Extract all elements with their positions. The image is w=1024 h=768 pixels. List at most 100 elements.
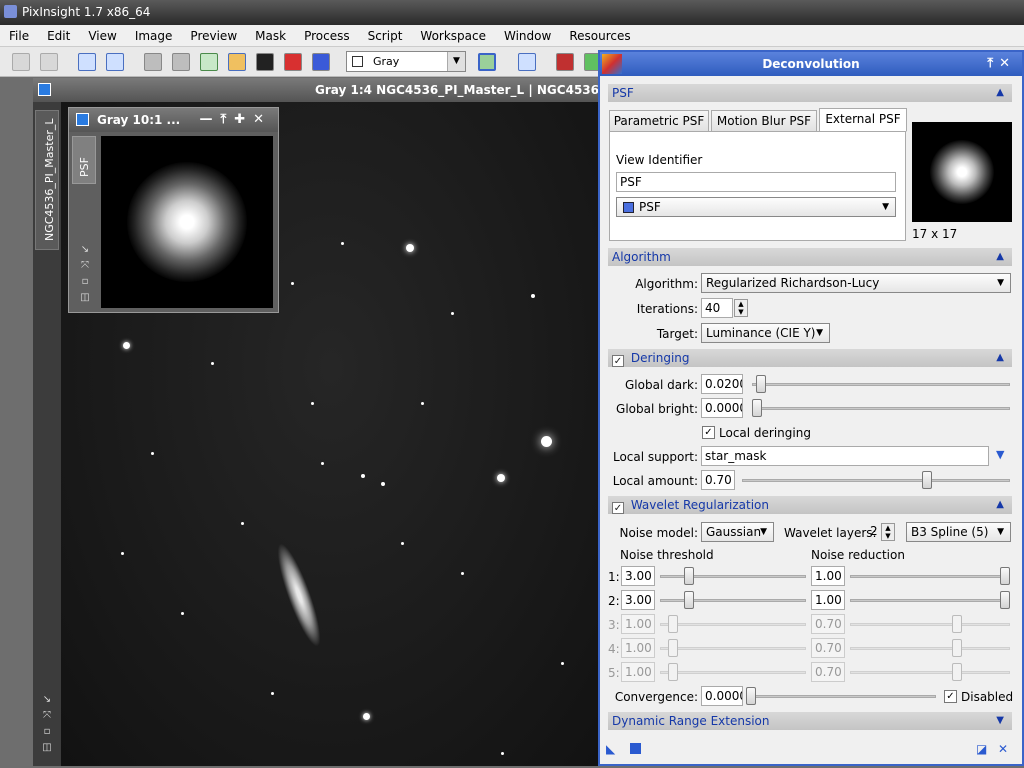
shade-view-icon[interactable]: ▫ [41,726,53,738]
menu-workspace[interactable]: Workspace [411,25,495,47]
menu-mask[interactable]: Mask [246,25,295,47]
clone-image-icon[interactable] [106,53,124,71]
psf-window-title-bar[interactable]: Gray 10:1 ... —⤒✚✕ [69,108,278,132]
slider-thumb[interactable] [922,471,932,489]
zoom-out-icon[interactable] [172,53,190,71]
wavelet-scaling-combo[interactable]: B3 Spline (5) ▼ [906,522,1011,542]
convergence-slider[interactable] [746,686,936,706]
view-identifier-input[interactable]: PSF [616,172,896,192]
window-buttons[interactable]: —⤒✚✕ [199,108,272,132]
undo-icon[interactable] [12,53,30,71]
collapse-icon[interactable]: ▲ [996,84,1004,102]
slider-thumb[interactable] [746,687,756,705]
noise-model-combo[interactable]: Gaussian ▼ [701,522,774,542]
section-algorithm[interactable]: Algorithm ▲ [608,248,1012,266]
maximize-view-icon[interactable]: ⤧ [41,710,53,722]
psf-image-window[interactable]: Gray 10:1 ... —⤒✚✕ PSF ↘ ⤧ ▫ ◫ [68,107,279,313]
section-psf[interactable]: PSF ▲ [608,84,1012,102]
reset-icon[interactable]: ✕ [998,742,1008,756]
fit-view-icon[interactable]: ↘ [41,694,53,706]
redo-icon[interactable] [40,53,58,71]
section-wavelet-regularization[interactable]: ✓ Wavelet Regularization ▲ [608,496,1012,514]
local-amount-slider[interactable] [742,470,1010,490]
menu-view[interactable]: View [79,25,125,47]
psf-view-combo[interactable]: PSF ▼ [616,197,896,217]
browse-documentation-icon[interactable]: ◪ [976,742,987,756]
image-icon[interactable] [518,53,536,71]
collapse-icon[interactable]: ▲ [996,349,1004,367]
tab-parametric-psf[interactable]: Parametric PSF [609,110,709,132]
process-icon[interactable] [556,53,574,71]
layer-2-threshold-input[interactable]: 3.00 [621,590,655,610]
local-deringing-checkbox[interactable]: ✓ [702,426,715,439]
invert-mask-icon[interactable] [284,53,302,71]
new-instance-icon[interactable]: ◣ [606,742,615,756]
show-mask-icon[interactable] [312,53,330,71]
iterations-spinner[interactable]: ▲ ▼ [734,299,748,317]
global-bright-slider[interactable] [752,398,1010,418]
expand-icon[interactable]: ▼ [996,712,1004,730]
apply-global-icon[interactable] [630,743,641,754]
iterations-input[interactable]: 40 [701,298,733,318]
global-dark-slider[interactable] [752,374,1010,394]
shade-view-icon[interactable]: ▫ [79,276,91,288]
section-deringing[interactable]: ✓ Deringing ▲ [608,349,1012,367]
section-dynamic-range-extension[interactable]: Dynamic Range Extension ▼ [608,712,1012,730]
menu-script[interactable]: Script [359,25,412,47]
menu-window[interactable]: Window [495,25,560,47]
channel-rgb-icon[interactable] [478,53,496,71]
identifier-icon[interactable] [78,53,96,71]
zoom-in-icon[interactable] [144,53,162,71]
fit-view-icon[interactable]: ↘ [79,244,91,256]
wavelet-regularization-checkbox[interactable]: ✓ [612,502,624,514]
wavelet-layers-spinner[interactable]: ▲ ▼ [881,523,895,541]
convergence-disabled-checkbox[interactable]: ✓ [944,690,957,703]
convergence-input[interactable]: 0.0000 [701,686,743,706]
view-list-arrow-icon[interactable]: ▼ [996,448,1004,461]
wavelet-layers-input[interactable]: 2 [867,522,881,542]
new-preview-icon[interactable] [200,53,218,71]
collapse-icon[interactable]: ▲ [996,248,1004,266]
slider-thumb[interactable] [756,375,766,393]
target-combo[interactable]: Luminance (CIE Y) ▼ [701,323,830,343]
menu-resources[interactable]: Resources [560,25,639,47]
menu-edit[interactable]: Edit [38,25,79,47]
main-image-title-bar[interactable]: Gray 1:4 NGC4536_PI_Master_L | NGC4536 [33,78,601,102]
layer-1-threshold-input[interactable]: 3.00 [621,566,655,586]
iconize-view-icon[interactable]: ◫ [79,292,91,304]
stf-icon[interactable] [228,53,246,71]
deconvolution-dialog[interactable]: Deconvolution ⤒✕ PSF ▲ Parametric PSF Mo… [598,50,1024,766]
dialog-window-buttons[interactable]: ⤒✕ [987,52,1016,76]
dialog-title-bar[interactable]: Deconvolution ⤒✕ [600,52,1022,76]
layer-2-threshold-slider[interactable] [660,590,806,610]
mask-icon[interactable] [256,53,274,71]
slider-thumb[interactable] [684,591,694,609]
deringing-checkbox[interactable]: ✓ [612,355,624,367]
slider-thumb[interactable] [1000,567,1010,585]
menu-preview[interactable]: Preview [181,25,246,47]
layer-1-threshold-slider[interactable] [660,566,806,586]
menu-process[interactable]: Process [295,25,359,47]
layer-2-reduction-slider[interactable] [850,590,1010,610]
view-selector[interactable]: Gray ▼ [346,51,466,72]
maximize-view-icon[interactable]: ⤧ [79,260,91,272]
iconize-view-icon[interactable]: ◫ [41,742,53,754]
global-bright-input[interactable]: 0.0000 [701,398,743,418]
slider-thumb[interactable] [752,399,762,417]
psf-view-tab[interactable]: PSF [72,136,96,184]
psf-canvas[interactable] [101,136,273,308]
view-id-tab[interactable]: NGC4536_PI_Master_L [35,110,59,250]
local-amount-input[interactable]: 0.70 [701,470,735,490]
local-support-input[interactable]: star_mask [701,446,989,466]
tab-external-psf[interactable]: External PSF [819,108,907,132]
menu-file[interactable]: File [0,25,38,47]
menu-image[interactable]: Image [126,25,182,47]
collapse-icon[interactable]: ▲ [996,496,1004,514]
layer-1-reduction-slider[interactable] [850,566,1010,586]
algorithm-combo[interactable]: Regularized Richardson-Lucy ▼ [701,273,1011,293]
slider-thumb[interactable] [684,567,694,585]
slider-thumb[interactable] [1000,591,1010,609]
global-dark-input[interactable]: 0.0200 [701,374,743,394]
layer-1-reduction-input[interactable]: 1.00 [811,566,845,586]
layer-2-reduction-input[interactable]: 1.00 [811,590,845,610]
